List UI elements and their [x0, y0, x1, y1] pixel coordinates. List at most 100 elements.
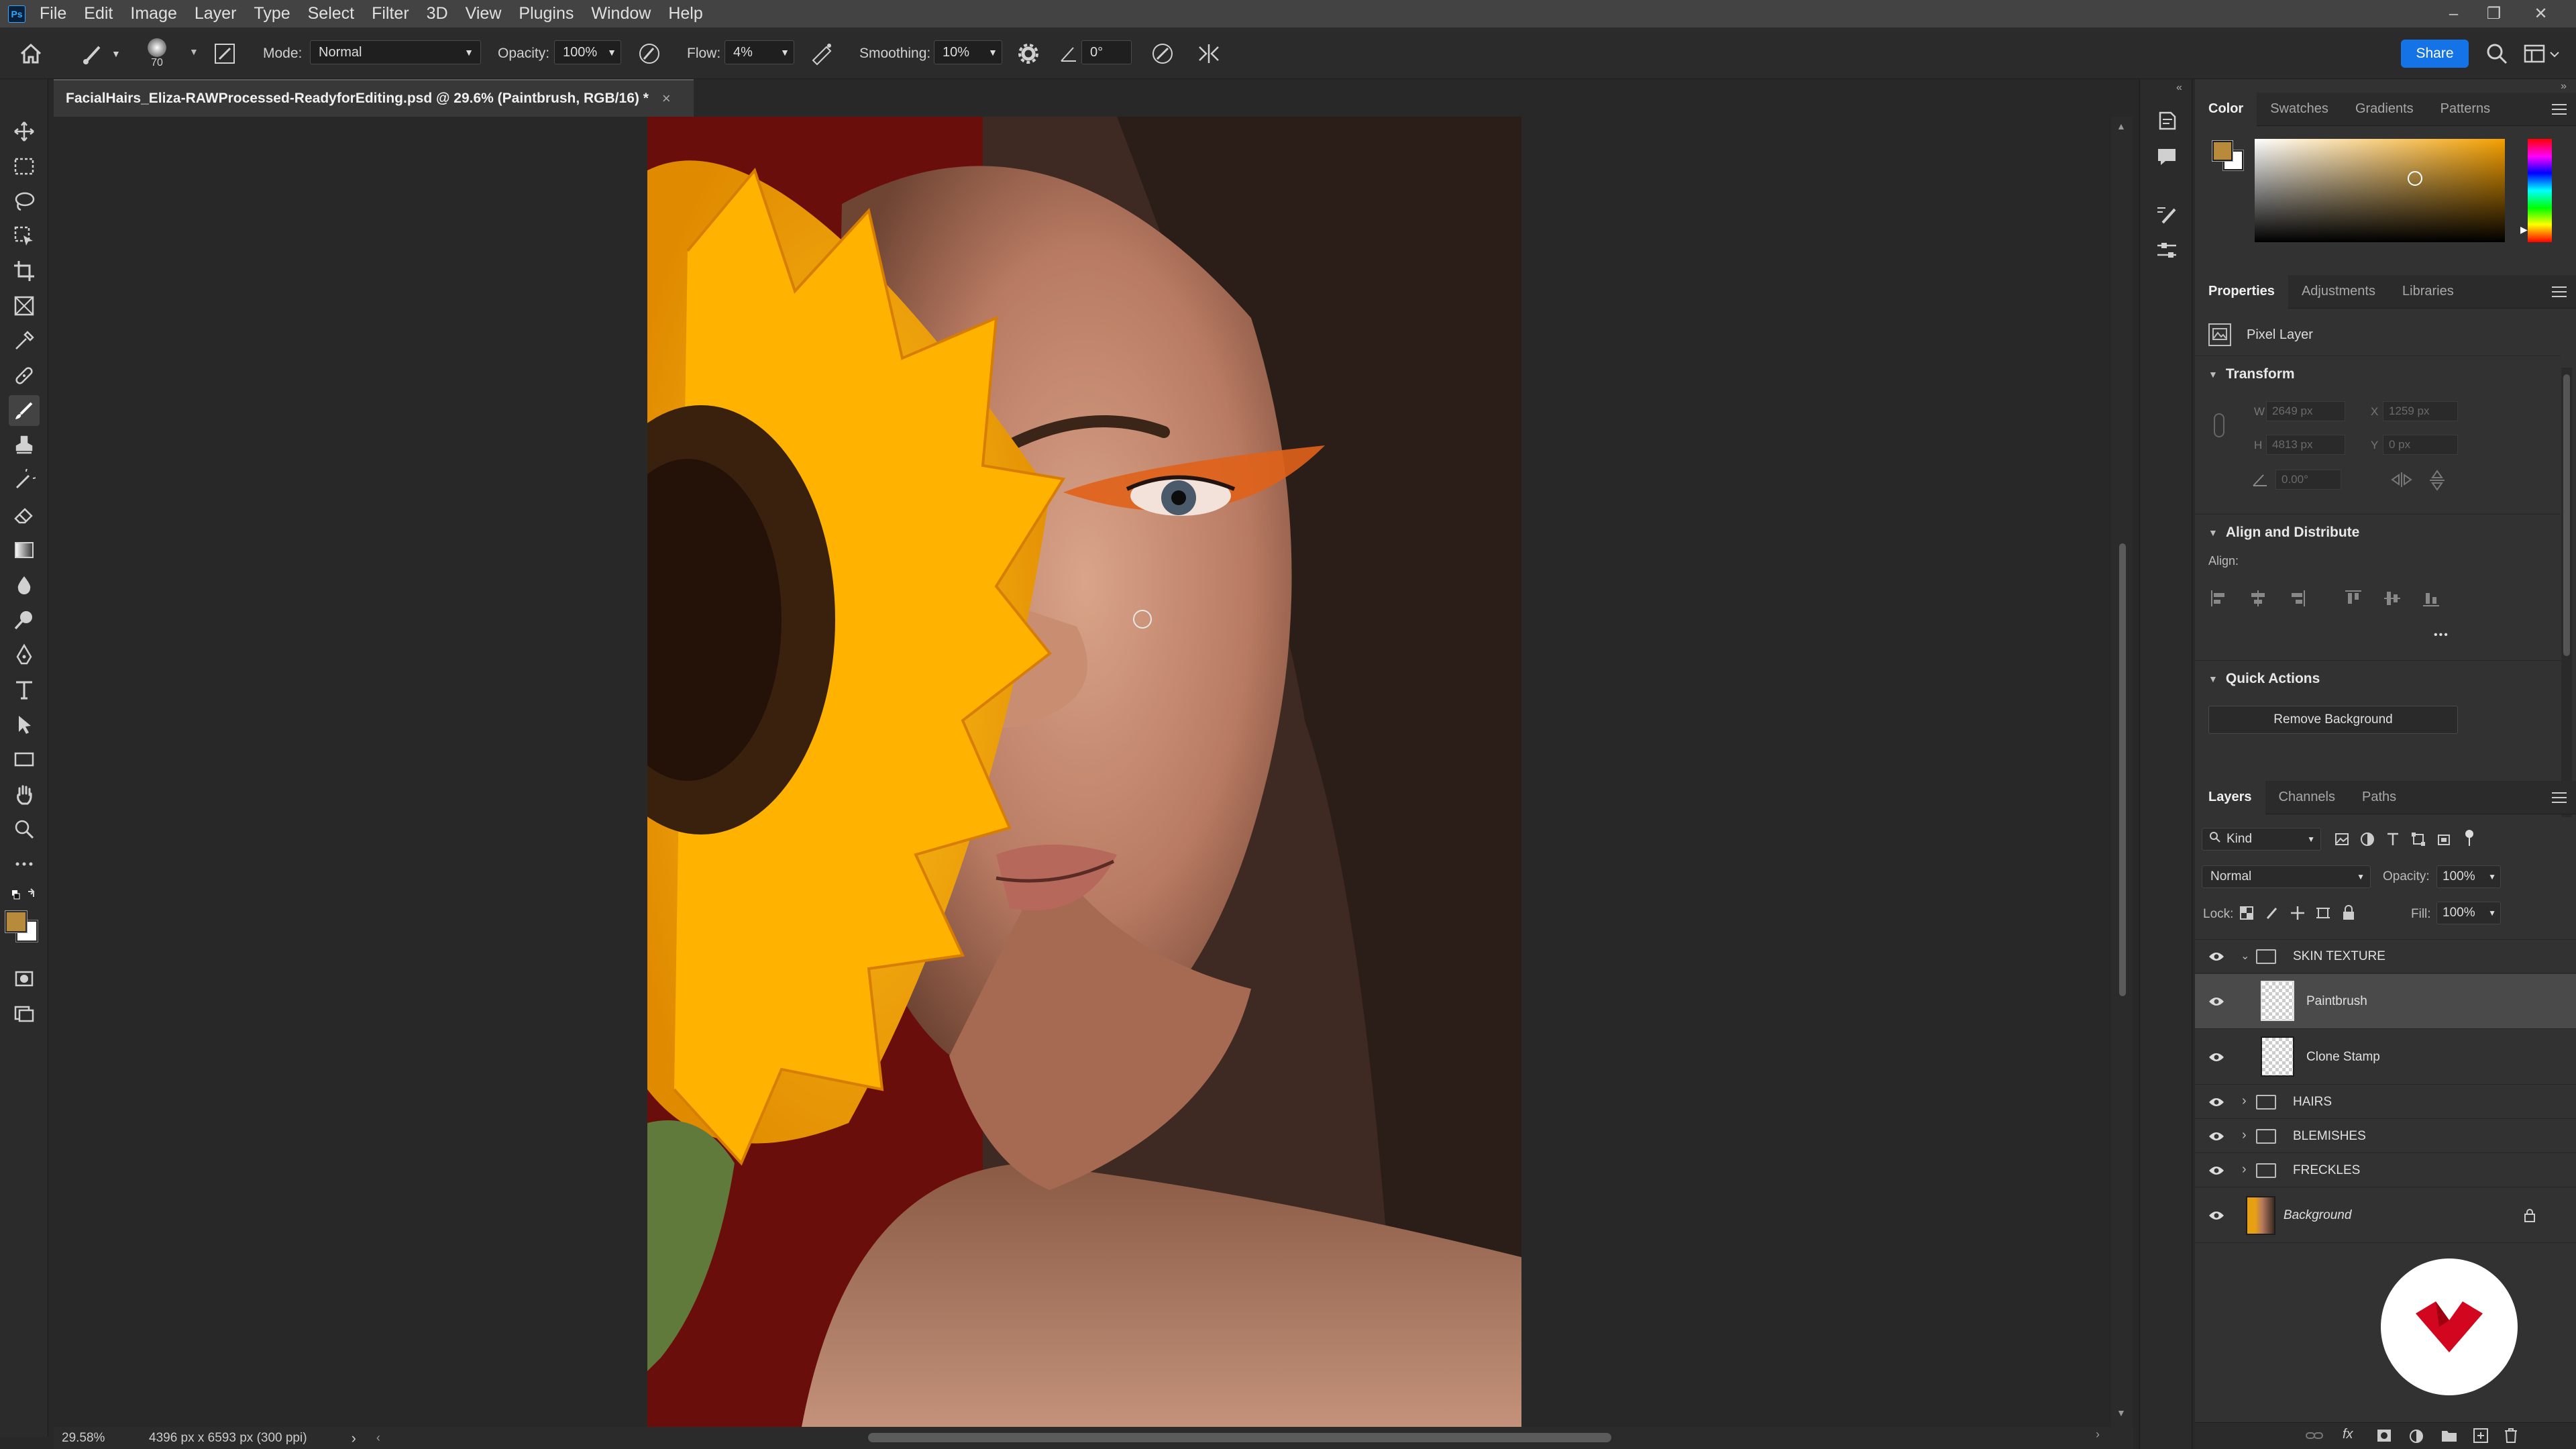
- adjustment-layer-icon[interactable]: [2408, 1428, 2424, 1448]
- blend-mode-select[interactable]: Normal ▼: [2202, 865, 2371, 888]
- lock-artboard-icon[interactable]: [2312, 902, 2334, 924]
- comments-panel-icon[interactable]: [2153, 144, 2180, 170]
- tab-paths[interactable]: Paths: [2349, 781, 2410, 814]
- hue-slider[interactable]: [2528, 139, 2552, 242]
- brush-size-picker[interactable]: 70: [148, 28, 166, 79]
- mode-select[interactable]: Normal ▼: [310, 40, 481, 64]
- tab-properties[interactable]: Properties: [2195, 274, 2288, 309]
- brush-settings-panel-icon[interactable]: [2153, 201, 2180, 228]
- link-layers-icon[interactable]: [2305, 1428, 2324, 1446]
- visibility-eye-icon[interactable]: [2208, 1131, 2224, 1142]
- layer-row-skin-texture[interactable]: ⌄ SKIN TEXTURE: [2195, 940, 2576, 973]
- tab-color[interactable]: Color: [2195, 92, 2257, 126]
- history-brush-tool-icon[interactable]: [9, 465, 40, 496]
- filter-toggle-icon[interactable]: [2458, 826, 2481, 849]
- menu-image[interactable]: Image: [130, 4, 176, 23]
- menu-layer[interactable]: Layer: [195, 4, 237, 23]
- lock-image-pixels-icon[interactable]: [2261, 902, 2284, 924]
- history-panel-icon[interactable]: [2153, 107, 2180, 134]
- more-align-options-icon[interactable]: •••: [2434, 629, 2449, 641]
- visibility-eye-icon[interactable]: [2208, 1165, 2224, 1176]
- eyedropper-tool-icon[interactable]: [9, 325, 40, 356]
- transform-section-header[interactable]: ▼ Transform: [2208, 366, 2295, 382]
- flow-input[interactable]: 4% ▼: [724, 40, 794, 64]
- align-bottom-icon[interactable]: [2422, 589, 2440, 608]
- foreground-color-swatch[interactable]: [5, 910, 28, 933]
- color-panel-menu-icon[interactable]: [2552, 102, 2567, 117]
- menu-view[interactable]: View: [466, 4, 502, 23]
- smoothing-options-gear-icon[interactable]: [1016, 28, 1040, 79]
- scroll-left-icon[interactable]: ‹: [376, 1431, 380, 1445]
- align-right-icon[interactable]: [2288, 589, 2306, 608]
- layer-row-blemishes[interactable]: › BLEMISHES: [2195, 1120, 2576, 1153]
- tab-adjustments[interactable]: Adjustments: [2288, 275, 2389, 309]
- tab-swatches[interactable]: Swatches: [2257, 93, 2342, 126]
- type-tool-icon[interactable]: [9, 674, 40, 705]
- filter-smart-object-icon[interactable]: [2432, 828, 2455, 851]
- pen-tool-icon[interactable]: [9, 639, 40, 670]
- align-vertical-center-icon[interactable]: [2383, 589, 2402, 608]
- object-selection-tool-icon[interactable]: [9, 221, 40, 252]
- restore-icon[interactable]: ❐: [2475, 0, 2512, 28]
- filter-type-icon[interactable]: [2381, 828, 2404, 851]
- lock-all-icon[interactable]: [2337, 902, 2360, 924]
- layer-row-paintbrush[interactable]: Paintbrush: [2195, 974, 2576, 1029]
- hue-slider-marker-icon[interactable]: ▶: [2520, 224, 2528, 235]
- vertical-scroll-thumb[interactable]: [2119, 543, 2126, 996]
- tab-patterns[interactable]: Patterns: [2427, 93, 2504, 126]
- pressure-size-icon[interactable]: [1150, 28, 1175, 79]
- menu-filter[interactable]: Filter: [372, 4, 409, 23]
- zoom-tool-icon[interactable]: [9, 814, 40, 845]
- y-field[interactable]: 0 px: [2383, 435, 2458, 455]
- tab-gradients[interactable]: Gradients: [2342, 93, 2427, 126]
- brush-angle-input[interactable]: 0°: [1081, 40, 1132, 64]
- opacity-input[interactable]: 100% ▼: [554, 40, 621, 64]
- x-field[interactable]: 1259 px: [2383, 401, 2458, 421]
- screen-mode-icon[interactable]: [9, 998, 40, 1029]
- height-field[interactable]: 4813 px: [2266, 435, 2345, 455]
- chevron-right-icon[interactable]: ›: [2242, 1128, 2247, 1143]
- layer-opacity-input[interactable]: 100% ▼: [2436, 865, 2501, 888]
- marquee-tool-icon[interactable]: [9, 151, 40, 182]
- align-top-icon[interactable]: [2344, 589, 2363, 608]
- menu-plugins[interactable]: Plugins: [519, 4, 574, 23]
- path-selection-tool-icon[interactable]: [9, 709, 40, 740]
- collapse-panels-icon[interactable]: »: [2561, 80, 2567, 93]
- search-icon[interactable]: [2483, 40, 2510, 67]
- menu-file[interactable]: File: [40, 4, 66, 23]
- tab-channels[interactable]: Channels: [2265, 781, 2349, 814]
- eraser-tool-icon[interactable]: [9, 500, 40, 531]
- dodge-tool-icon[interactable]: [9, 604, 40, 635]
- width-field[interactable]: 2649 px: [2266, 401, 2345, 421]
- share-button[interactable]: Share: [2401, 40, 2469, 68]
- filter-kind-select[interactable]: Kind ▼: [2202, 828, 2321, 851]
- more-tools-icon[interactable]: [9, 849, 40, 879]
- menu-3d[interactable]: 3D: [427, 4, 448, 23]
- healing-brush-tool-icon[interactable]: [9, 360, 40, 391]
- filter-shape-icon[interactable]: [2407, 828, 2430, 851]
- workspace-switcher-icon[interactable]: [2522, 42, 2563, 67]
- visibility-eye-icon[interactable]: [2208, 996, 2224, 1007]
- new-group-icon[interactable]: [2440, 1428, 2458, 1446]
- gradient-tool-icon[interactable]: [9, 535, 40, 566]
- new-layer-icon[interactable]: [2473, 1428, 2489, 1447]
- frame-tool-icon[interactable]: [9, 290, 40, 321]
- properties-scroll-thumb[interactable]: [2563, 374, 2570, 656]
- visibility-eye-icon[interactable]: [2208, 951, 2224, 962]
- tab-layers[interactable]: Layers: [2195, 780, 2265, 814]
- minimize-icon[interactable]: –: [2435, 0, 2472, 28]
- fill-input[interactable]: 100% ▼: [2436, 902, 2501, 924]
- brush-tool-preset-icon[interactable]: ▼: [80, 28, 121, 79]
- clone-stamp-tool-icon[interactable]: [9, 430, 40, 461]
- blur-tool-icon[interactable]: [9, 570, 40, 600]
- menu-select[interactable]: Select: [308, 4, 354, 23]
- flip-vertical-icon[interactable]: [2428, 470, 2446, 494]
- tab-libraries[interactable]: Libraries: [2389, 275, 2467, 309]
- chevron-down-icon[interactable]: ⌄: [2241, 949, 2249, 963]
- swap-colors-icon[interactable]: [9, 886, 40, 905]
- properties-scrollbar[interactable]: [2561, 368, 2572, 817]
- quick-mask-icon[interactable]: [9, 963, 40, 994]
- align-section-header[interactable]: ▼ Align and Distribute: [2208, 525, 2359, 541]
- crop-tool-icon[interactable]: [9, 256, 40, 286]
- quick-actions-section-header[interactable]: ▼ Quick Actions: [2208, 671, 2320, 687]
